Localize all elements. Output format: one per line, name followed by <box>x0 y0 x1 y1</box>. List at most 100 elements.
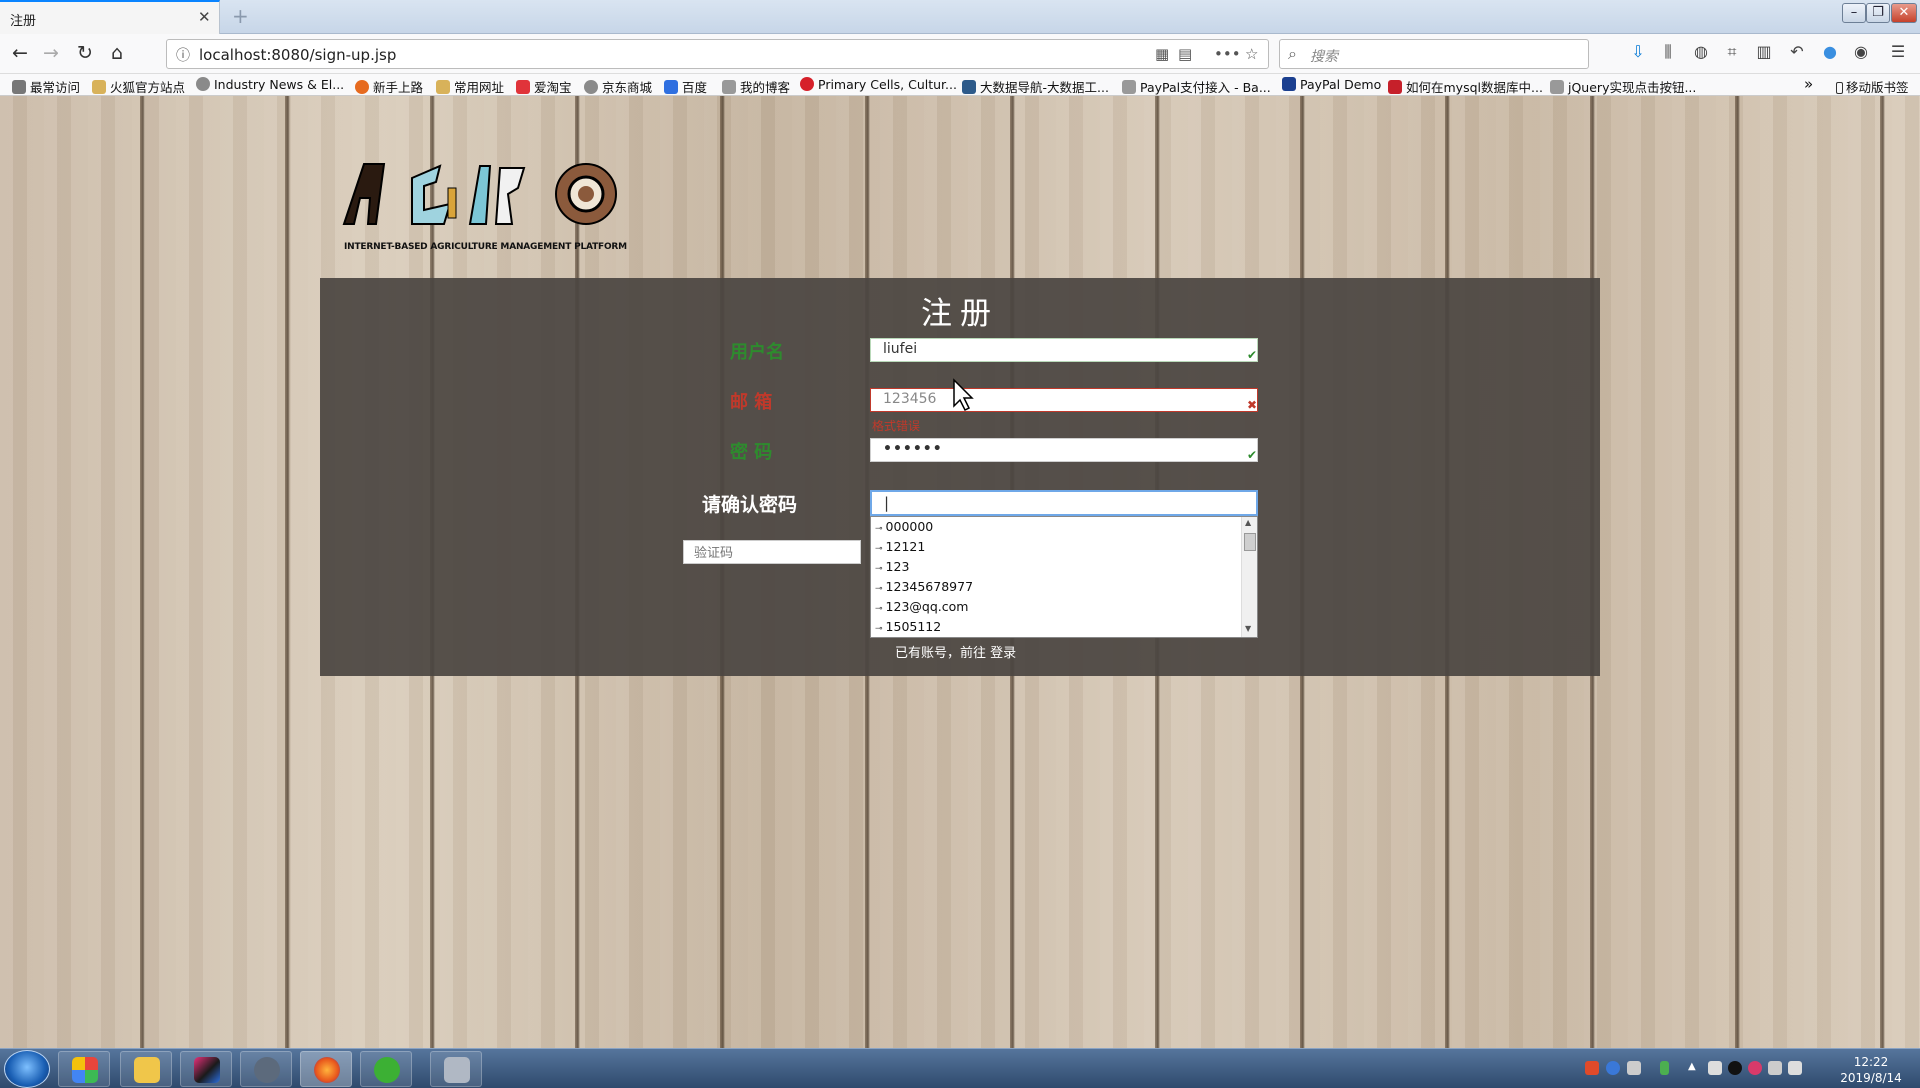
firefox-icon <box>355 80 369 94</box>
taskbar-app[interactable] <box>58 1051 110 1087</box>
taskbar: ▲ 12:22 2019/8/14 <box>0 1048 1920 1088</box>
chart-icon <box>962 80 976 94</box>
home-icon[interactable]: ⌂ <box>104 42 130 64</box>
display-icon[interactable] <box>1768 1061 1782 1075</box>
new-tab-button[interactable]: + <box>232 4 249 28</box>
tray-icon[interactable] <box>1585 1061 1599 1075</box>
window-close-button[interactable]: ✕ <box>1891 3 1917 23</box>
search-placeholder: 搜索 <box>1310 49 1338 65</box>
taskbar-app[interactable] <box>300 1051 352 1087</box>
library-icon[interactable]: ⫼ <box>1656 42 1680 62</box>
csdn-icon <box>1388 80 1402 94</box>
more-actions-icon[interactable]: ••• <box>1214 45 1241 63</box>
start-button[interactable] <box>4 1050 50 1088</box>
bookmark-item[interactable]: PayPal支付接入 - Ba... <box>1122 77 1271 95</box>
bookmark-item[interactable]: Industry News & El... <box>196 77 344 92</box>
folder-icon <box>436 80 450 94</box>
autocomplete-item[interactable]: ⊸ 123@qq.com <box>875 599 968 619</box>
tab-close-icon[interactable]: ✕ <box>198 8 211 26</box>
mobile-bookmarks[interactable]: 移动版书签 <box>1836 77 1909 95</box>
tray-icon[interactable] <box>1748 1061 1762 1075</box>
dropdown-scrollbar[interactable]: ▲ ▼ <box>1241 517 1257 637</box>
tray-icon[interactable] <box>1627 1061 1641 1075</box>
bookmark-item[interactable]: 京东商城 <box>584 77 652 95</box>
bookmarks-overflow-icon[interactable]: » <box>1804 75 1813 93</box>
bookmark-item[interactable]: 如何在mysql数据库中... <box>1388 77 1543 95</box>
bookmark-star-icon[interactable]: ☆ <box>1245 45 1258 63</box>
search-bar[interactable]: ⌕ 搜索 <box>1279 39 1589 69</box>
autocomplete-item[interactable]: ⊸ 1505112 <box>875 619 941 639</box>
bookmark-item[interactable]: PayPal Demo <box>1282 77 1381 92</box>
qq-icon[interactable] <box>1728 1061 1742 1075</box>
tray-expand-icon[interactable]: ▲ <box>1688 1061 1696 1072</box>
login-link[interactable]: 已有账号，前往 登录 <box>895 642 1016 661</box>
bookmark-item[interactable]: 百度 <box>664 77 707 95</box>
password-input[interactable]: •••••• <box>870 438 1258 462</box>
system-clock[interactable]: 12:22 2019/8/14 <box>1826 1054 1916 1086</box>
key-icon: ⊸ <box>875 584 883 594</box>
email-input[interactable]: 123456 <box>870 388 1258 412</box>
bookmark-item[interactable]: jQuery实现点击按钮... <box>1550 77 1696 95</box>
battery-icon[interactable] <box>1660 1061 1669 1075</box>
username-label: 用户名 <box>730 342 784 363</box>
captcha-input[interactable] <box>683 540 861 564</box>
page-viewport: INTERNET-BASED AGRICULTURE MANAGEMENT PL… <box>0 96 1920 1048</box>
scrollbar-thumb[interactable] <box>1244 533 1256 551</box>
reload-icon[interactable]: ↻ <box>72 42 98 64</box>
app-icon <box>72 1057 98 1083</box>
scroll-up-icon[interactable]: ▲ <box>1245 518 1251 527</box>
autocomplete-item[interactable]: ⊸ 12345678977 <box>875 579 973 599</box>
autocomplete-item[interactable]: ⊸ 123 <box>875 559 909 579</box>
bookmark-item[interactable]: 大数据导航-大数据工... <box>962 77 1109 95</box>
email-label: 邮 箱 <box>730 392 773 413</box>
taskbar-app[interactable] <box>120 1051 172 1087</box>
bookmark-item[interactable]: 火狐官方站点 <box>92 77 185 95</box>
volume-icon[interactable] <box>1788 1061 1802 1075</box>
minimize-button[interactable]: – <box>1842 3 1866 23</box>
network-icon[interactable] <box>1708 1061 1722 1075</box>
confirm-password-input[interactable]: | <box>870 490 1258 516</box>
qrcode-icon[interactable]: ▦ <box>1155 45 1169 63</box>
taskbar-app[interactable] <box>240 1051 292 1087</box>
key-icon: ⊸ <box>875 624 883 634</box>
back-icon[interactable]: ← <box>7 42 33 64</box>
maximize-button[interactable]: ❐ <box>1866 3 1890 23</box>
bookmark-item[interactable]: 我的博客 <box>722 77 790 95</box>
key-icon: ⊸ <box>875 524 883 534</box>
taskbar-app[interactable] <box>180 1051 232 1087</box>
forward-icon[interactable]: → <box>38 42 64 64</box>
account-icon[interactable]: ◉ <box>1849 42 1873 61</box>
navigation-toolbar: ← → ↻ ⌂ ⓘ localhost:8080/sign-up.jsp ▦ ▤… <box>0 34 1920 74</box>
help-icon[interactable] <box>1606 1061 1620 1075</box>
bookmark-item[interactable]: 爱淘宝 <box>516 77 572 95</box>
download-icon[interactable]: ⇩ <box>1626 42 1650 61</box>
url-text[interactable]: localhost:8080/sign-up.jsp <box>199 46 396 64</box>
bookmark-item[interactable]: 常用网址 <box>436 77 504 95</box>
taskbar-app[interactable] <box>360 1051 412 1087</box>
username-input[interactable]: liufei <box>870 338 1258 362</box>
tab-active[interactable]: 注册 ✕ <box>0 0 220 34</box>
bookmark-item[interactable]: 最常访问 <box>12 77 80 95</box>
confirm-password-label: 请确认密码 <box>702 494 798 516</box>
url-bar[interactable]: ⓘ localhost:8080/sign-up.jsp ▦ ▤ ••• ☆ <box>166 39 1269 69</box>
scroll-down-icon[interactable]: ▼ <box>1245 624 1251 633</box>
info-icon[interactable]: ⓘ <box>176 45 190 65</box>
blog-icon <box>1122 80 1136 94</box>
tab-strip: 注册 ✕ + – ❐ ✕ <box>0 0 1920 34</box>
sidebar-icon[interactable]: ▥ <box>1752 42 1776 61</box>
screenshot-icon[interactable]: ⌗ <box>1720 42 1744 62</box>
reader-view-icon[interactable]: ▤ <box>1178 45 1192 63</box>
autocomplete-item[interactable]: ⊸ 000000 <box>875 519 933 539</box>
mouse-cursor-icon <box>953 378 974 412</box>
bookmark-item[interactable]: Primary Cells, Cultur... <box>800 77 957 92</box>
autocomplete-item[interactable]: ⊸ 12121 <box>875 539 925 559</box>
chat-icon[interactable]: ◍ <box>1689 42 1713 61</box>
app-icon <box>444 1057 470 1083</box>
taskbar-app[interactable] <box>430 1051 482 1087</box>
menu-icon[interactable]: ☰ <box>1886 42 1910 61</box>
logo-tagline: INTERNET-BASED AGRICULTURE MANAGEMENT PL… <box>344 242 627 252</box>
globe-icon[interactable]: ● <box>1818 42 1842 61</box>
bookmark-item[interactable]: 新手上路 <box>355 77 423 95</box>
clock-time: 12:22 <box>1853 1055 1889 1069</box>
undo-icon[interactable]: ↶ <box>1785 42 1809 61</box>
